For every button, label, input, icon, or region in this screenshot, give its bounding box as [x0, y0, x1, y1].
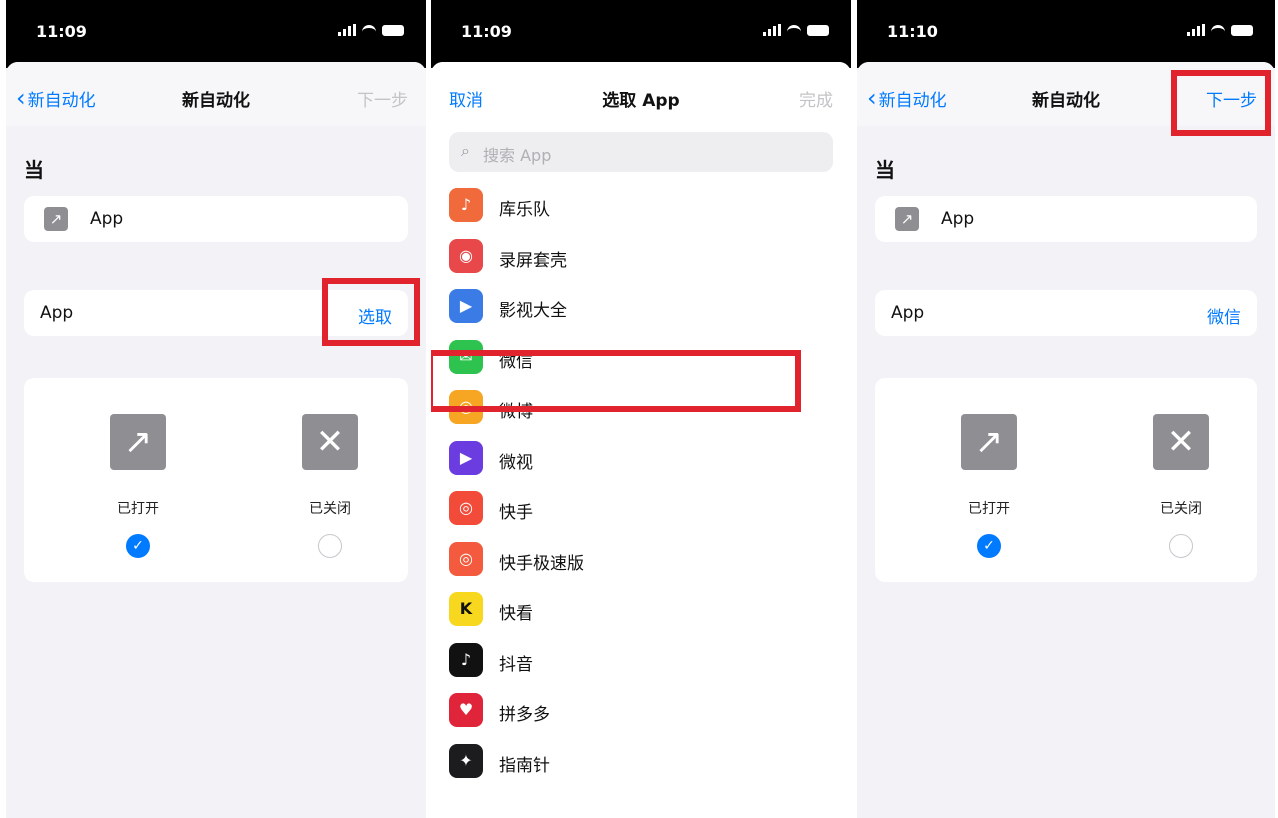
signal-icon: [338, 24, 356, 36]
option-closed[interactable]: ✕ 已关闭: [1121, 414, 1241, 558]
status-icons: [763, 24, 829, 36]
app-icon: ✦: [449, 743, 483, 778]
app-row-label: App: [891, 303, 925, 323]
status-time: 11:09: [461, 22, 512, 41]
status-bar: 11:09: [6, 0, 426, 68]
signal-icon: [763, 24, 781, 36]
status-bar: 11:10: [857, 0, 1275, 68]
trigger-label: App: [90, 209, 124, 229]
sheet: ‹ 新自动化 新自动化 下一步 当 ↗ App App 微信 ↗ 已打开 ✓ ✕…: [857, 62, 1275, 818]
option-opened[interactable]: ↗ 已打开 ✓: [78, 414, 198, 558]
app-row-label: App: [40, 303, 74, 323]
state-options: ↗ 已打开 ✓ ✕ 已关闭: [24, 378, 408, 582]
status-time: 11:10: [887, 22, 938, 41]
app-list-item[interactable]: ♪ 抖音: [431, 635, 851, 685]
search-placeholder: 搜索 App: [483, 146, 552, 165]
nav-bar: ‹ 新自动化 新自动化 下一步: [6, 62, 426, 126]
app-list-item[interactable]: ♥ 拼多多: [431, 685, 851, 735]
wifi-icon: [362, 25, 376, 35]
arrow-up-right-icon: ↗: [44, 207, 68, 231]
highlight-box: [1171, 70, 1271, 136]
app-list-item[interactable]: ♪ 库乐队: [431, 180, 851, 230]
close-icon: ✕: [302, 414, 358, 470]
sheet: 取消 选取 App 完成 ⌕ 搜索 App ♪ 库乐队 ◉ 录屏套壳 ▶ 影视大全 ✉ 微信 ◎…: [431, 62, 851, 818]
section-label: 当: [875, 158, 895, 182]
app-name: 库乐队: [499, 200, 550, 220]
option-closed-label: 已关闭: [309, 501, 351, 517]
option-closed[interactable]: ✕ 已关闭: [270, 414, 390, 558]
screen-app-picker: 11:09 取消 选取 App 完成 ⌕ 搜索 App ♪ 库乐队 ◉ 录屏套壳 ▶ 影视…: [431, 0, 851, 818]
radio-empty[interactable]: [1169, 534, 1193, 558]
app-name: 快手: [499, 503, 533, 523]
trigger-row[interactable]: ↗ App: [24, 196, 408, 242]
app-list-item[interactable]: ▶ 影视大全: [431, 281, 851, 331]
checkmark-icon[interactable]: ✓: [977, 534, 1001, 558]
app-name: 微视: [499, 452, 533, 473]
arrow-up-right-icon: ↗: [895, 207, 919, 231]
battery-icon: [1231, 24, 1253, 36]
search-input[interactable]: ⌕ 搜索 App: [449, 132, 833, 172]
checkmark-icon[interactable]: ✓: [126, 534, 150, 558]
section-label: 当: [24, 158, 44, 182]
app-list-item[interactable]: ◎ 快手极速版: [431, 534, 851, 584]
wifi-icon: [787, 25, 801, 35]
app-name: 指南针: [499, 755, 550, 776]
status-time: 11:09: [36, 22, 87, 41]
done-button[interactable]: 完成: [799, 86, 833, 111]
search-icon: ⌕: [461, 141, 470, 160]
app-row[interactable]: App 微信: [875, 290, 1257, 336]
option-opened[interactable]: ↗ 已打开 ✓: [929, 414, 1049, 558]
nav-bar: 取消 选取 App 完成: [431, 62, 851, 126]
app-list-item[interactable]: ◎ 快手: [431, 483, 851, 533]
highlight-box: [431, 350, 801, 412]
battery-icon: [807, 24, 829, 36]
app-icon: K: [449, 592, 483, 626]
app-name: 抖音: [499, 654, 533, 675]
app-icon: ◎: [449, 491, 483, 525]
option-opened-label: 已打开: [968, 501, 1010, 517]
trigger-row[interactable]: ↗ App: [875, 196, 1257, 242]
trigger-label: App: [941, 209, 975, 229]
app-icon: ♪: [449, 642, 483, 677]
app-icon: ♪: [449, 188, 483, 222]
page-title: 选取 App: [602, 91, 680, 111]
app-name: 快看: [499, 604, 533, 624]
app-name: 拼多多: [499, 705, 550, 725]
app-name: 快手极速版: [499, 553, 584, 574]
status-icons: [338, 24, 404, 36]
app-list-item[interactable]: ✦ 指南针: [431, 736, 851, 786]
app-icon: ◉: [449, 238, 483, 273]
app-list-item[interactable]: K 快看: [431, 584, 851, 634]
app-name: 录屏套壳: [499, 250, 567, 271]
sheet: ‹ 新自动化 新自动化 下一步 当 ↗ App App 选取 ↗ 已打开 ✓ ✕…: [6, 62, 426, 818]
radio-empty[interactable]: [318, 534, 342, 558]
screen-choose-app-trigger: 11:09 ‹ 新自动化 新自动化 下一步 当 ↗ App App 选取 ↗ 已…: [6, 0, 426, 818]
highlight-box: [322, 278, 420, 346]
app-icon: ◎: [449, 541, 483, 576]
app-icon: ▶: [449, 289, 483, 323]
wifi-icon: [1211, 25, 1225, 35]
option-opened-label: 已打开: [117, 501, 159, 517]
app-icon: ▶: [449, 440, 483, 475]
selected-app-value[interactable]: 微信: [1207, 303, 1241, 328]
state-options: ↗ 已打开 ✓ ✕ 已关闭: [875, 378, 1257, 582]
battery-icon: [382, 24, 404, 36]
signal-icon: [1187, 24, 1205, 36]
status-bar: 11:09: [431, 0, 851, 68]
option-closed-label: 已关闭: [1160, 501, 1202, 517]
status-icons: [1187, 24, 1253, 36]
close-icon: ✕: [1153, 414, 1209, 470]
next-button[interactable]: 下一步: [357, 86, 408, 111]
screen-app-selected: 11:10 ‹ 新自动化 新自动化 下一步 当 ↗ App App 微信 ↗ 已…: [857, 0, 1275, 818]
arrow-up-right-icon: ↗: [110, 414, 166, 470]
app-name: 影视大全: [499, 301, 567, 321]
app-icon: ♥: [449, 693, 483, 727]
app-list-item[interactable]: ▶ 微视: [431, 433, 851, 483]
app-list-item[interactable]: ◉ 录屏套壳: [431, 231, 851, 281]
arrow-up-right-icon: ↗: [961, 414, 1017, 470]
